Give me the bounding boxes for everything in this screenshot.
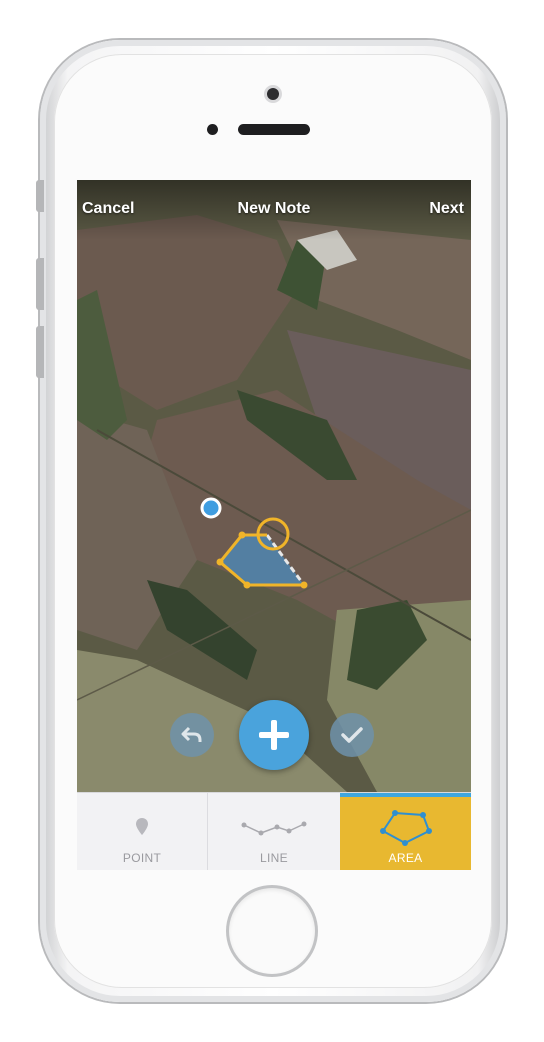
mute-switch <box>36 180 44 212</box>
tab-point[interactable]: POINT <box>77 793 208 870</box>
polyline-icon <box>241 821 307 836</box>
confirm-button[interactable] <box>330 713 374 757</box>
home-button[interactable] <box>229 888 315 974</box>
top-navigation: Cancel New Note Next <box>77 180 471 240</box>
front-camera <box>207 124 218 135</box>
plus-icon <box>259 720 289 750</box>
pin-icon <box>136 818 148 835</box>
check-icon <box>341 727 363 743</box>
undo-icon <box>181 726 202 742</box>
earpiece-speaker <box>238 124 310 135</box>
tab-area[interactable]: AREA <box>340 793 471 870</box>
volume-up-button <box>36 258 44 310</box>
volume-down-button <box>36 326 44 378</box>
tab-line-label: LINE <box>260 851 288 865</box>
polygon-icon <box>380 810 432 846</box>
tab-line[interactable]: LINE <box>208 793 340 870</box>
tab-point-label: POINT <box>122 851 162 865</box>
tab-area-label: AREA <box>388 851 423 865</box>
undo-button[interactable] <box>170 713 214 757</box>
rear-camera <box>267 88 279 100</box>
add-point-button[interactable] <box>239 700 309 770</box>
app-screen: Cancel New Note Next POINT LINE AREA <box>77 180 471 870</box>
geometry-tab-bar: POINT LINE AREA <box>77 792 471 870</box>
page-title: New Note <box>237 200 311 217</box>
selected-indicator <box>340 793 471 797</box>
next-button[interactable]: Next <box>429 200 464 218</box>
